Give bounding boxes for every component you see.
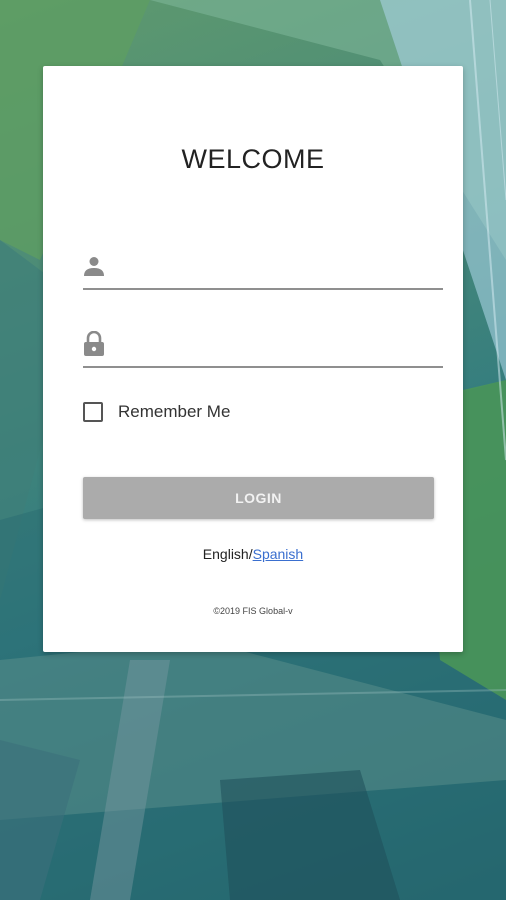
lock-icon — [81, 331, 107, 357]
password-input[interactable] — [117, 327, 443, 361]
welcome-title: WELCOME — [181, 144, 325, 174]
remember-me[interactable]: Remember Me — [83, 402, 230, 422]
language-spanish-link[interactable]: Spanish — [253, 546, 304, 562]
remember-checkbox[interactable] — [83, 402, 103, 422]
copyright-text: ©2019 FIS Global-v — [213, 606, 293, 616]
login-card: WELCOME Remember Me LOGIN English/Spanis… — [43, 66, 463, 652]
login-screen: WELCOME Remember Me LOGIN English/Spanis… — [0, 0, 506, 900]
login-button[interactable]: LOGIN — [83, 477, 434, 519]
password-field[interactable] — [83, 322, 443, 368]
person-icon — [81, 253, 107, 279]
username-input[interactable] — [117, 249, 443, 283]
remember-label: Remember Me — [118, 402, 231, 421]
username-field[interactable] — [83, 244, 443, 290]
language-english: English — [202, 546, 249, 562]
language-switcher: English/Spanish — [43, 546, 463, 562]
